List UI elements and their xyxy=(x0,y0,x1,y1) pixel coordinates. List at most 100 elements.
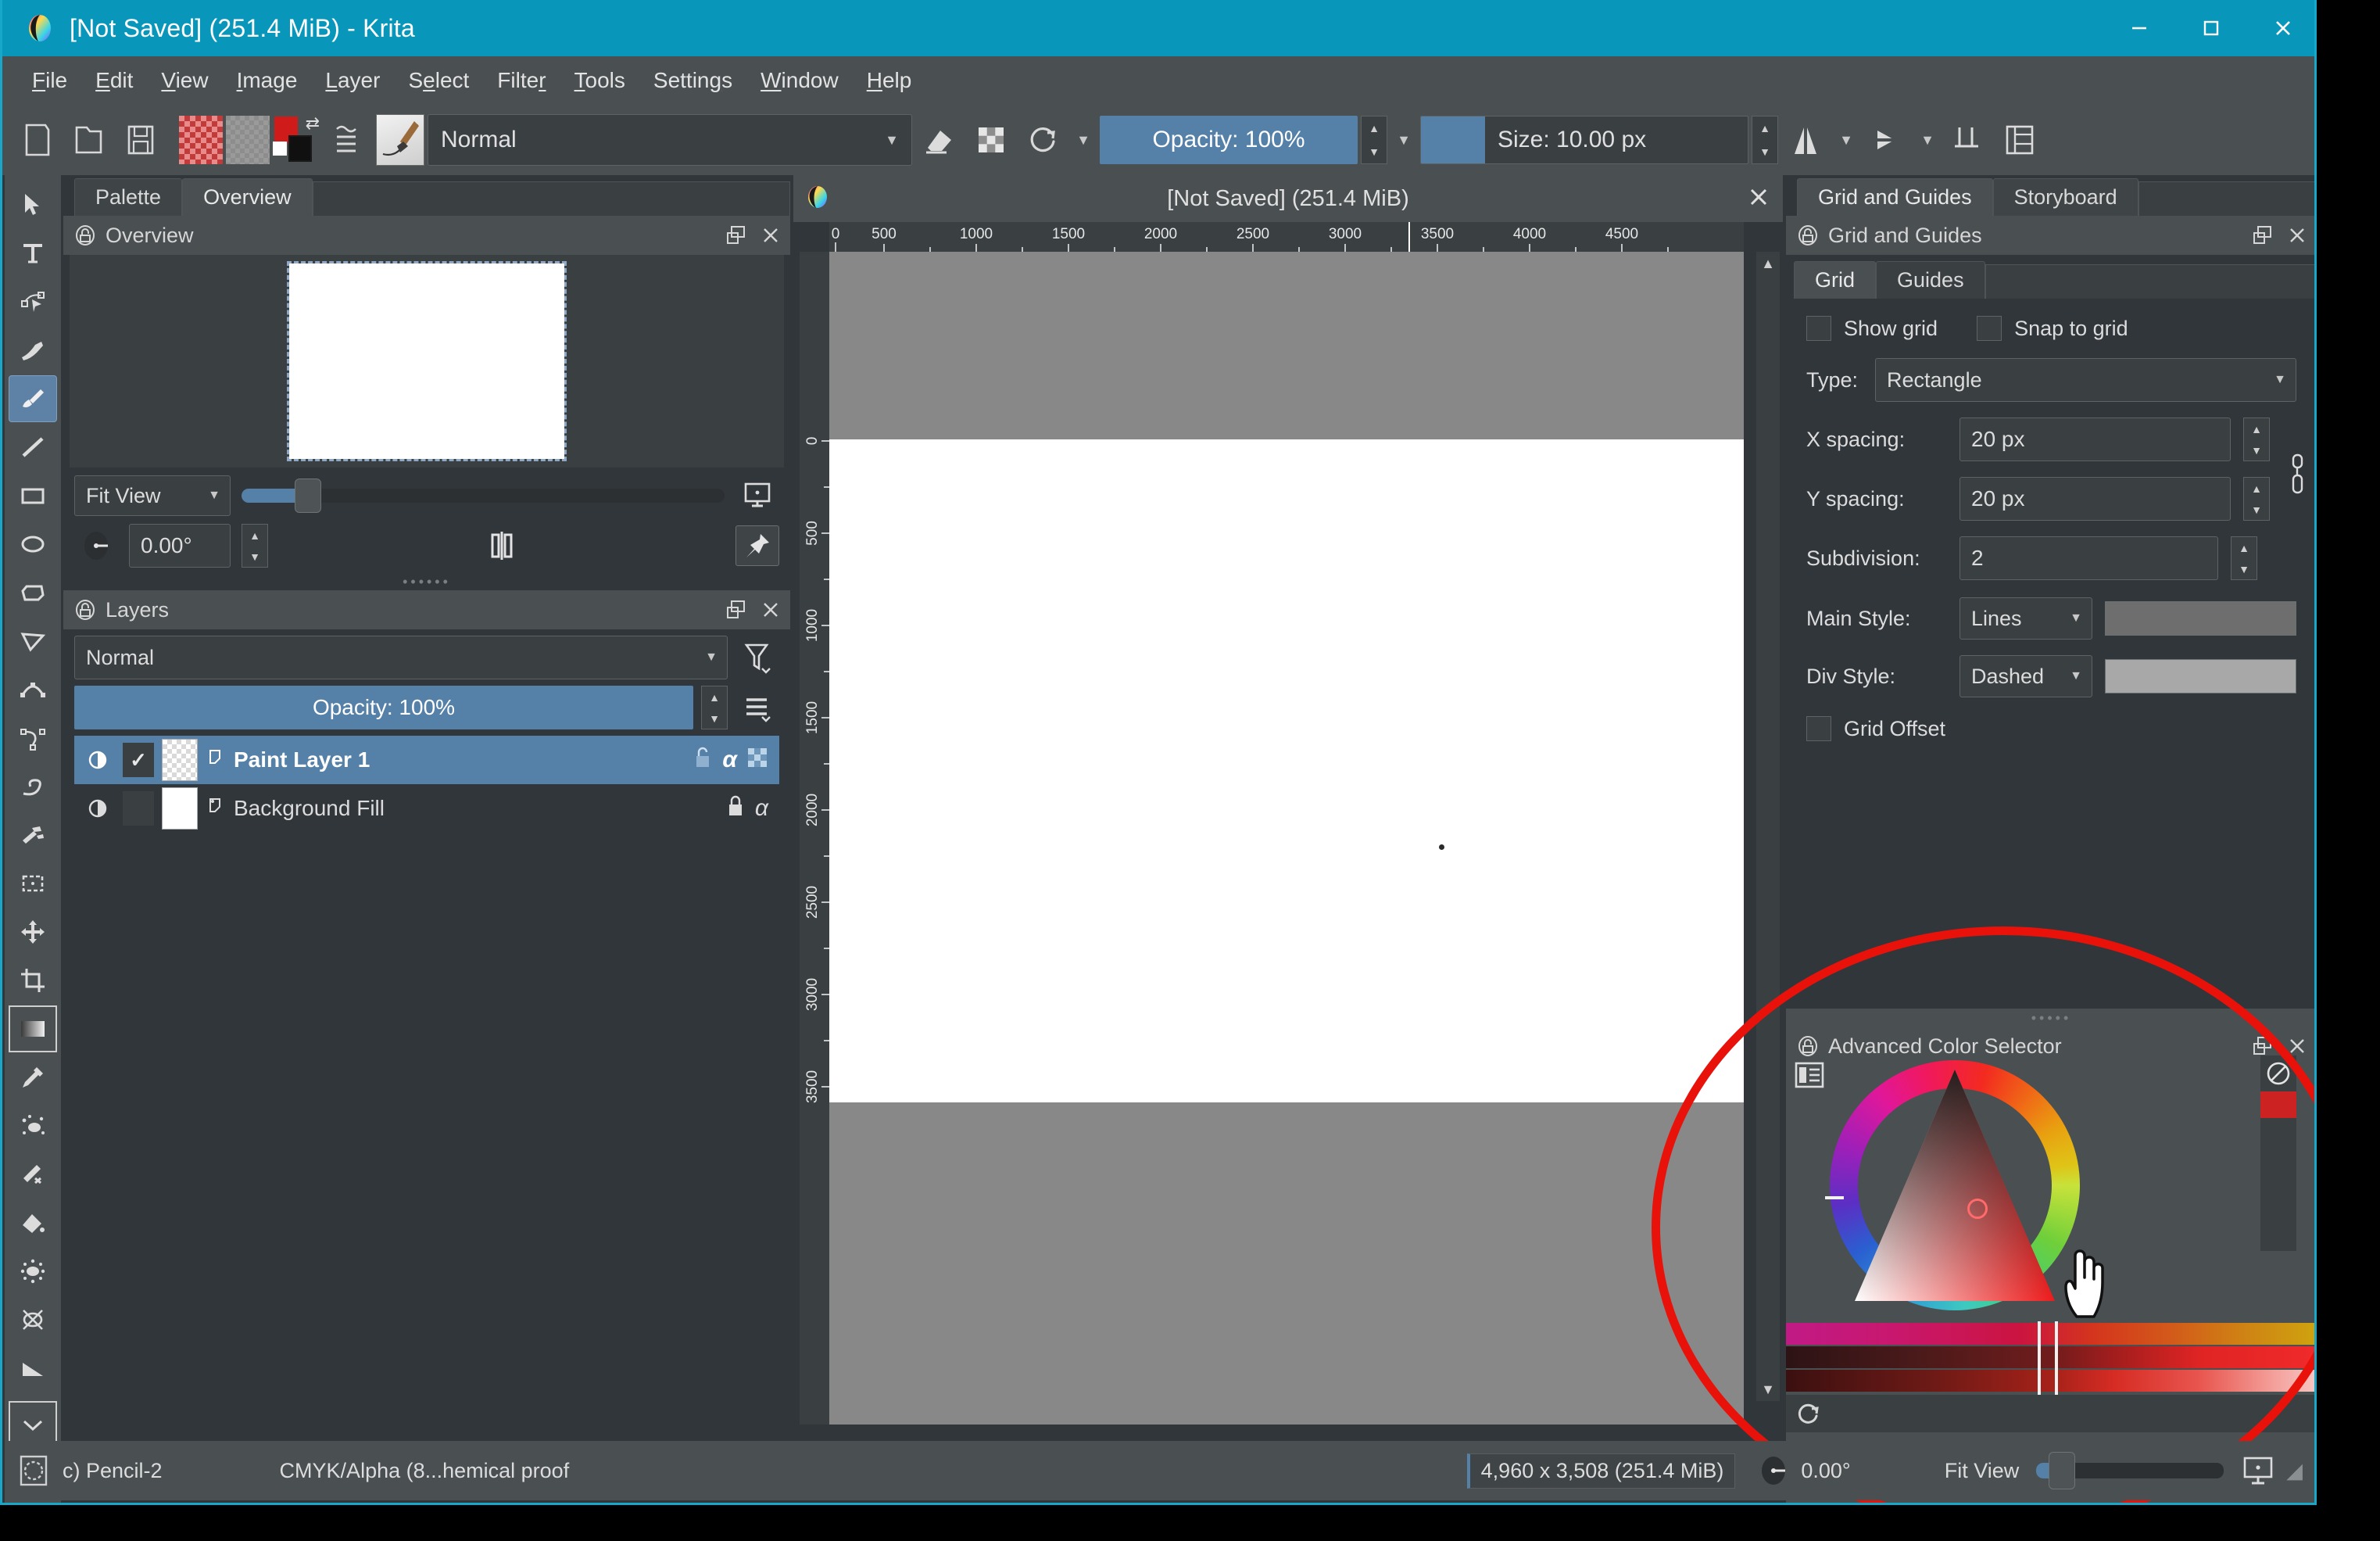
vertical-ruler[interactable]: 0 500 1000 1500 2000 2500 3000 3500 xyxy=(800,252,829,1425)
acs-splitter-handle[interactable]: ••••• xyxy=(1786,1009,2314,1028)
acs-history-bar[interactable] xyxy=(1786,1395,2314,1432)
reload-preset-icon[interactable] xyxy=(1018,113,1067,167)
snap-to-grid-checkbox[interactable] xyxy=(1977,316,2002,341)
grid-type-combo[interactable]: Rectangle ▼ xyxy=(1875,358,2296,402)
tab-storyboard[interactable]: Storyboard xyxy=(1992,178,2138,216)
brush-presets-list-icon[interactable] xyxy=(324,113,373,167)
acs-settings-icon[interactable] xyxy=(1794,1060,1825,1095)
opacity-slider[interactable]: Opacity: 100% xyxy=(1100,116,1358,164)
maximize-button[interactable] xyxy=(2175,0,2247,56)
main-style-color-swatch[interactable] xyxy=(2105,601,2296,636)
menu-image[interactable]: Image xyxy=(223,63,312,98)
fill-tool-icon[interactable] xyxy=(9,1199,57,1246)
mirror-canvas-icon[interactable] xyxy=(480,525,524,566)
float-docker-icon[interactable] xyxy=(726,600,746,620)
layer-visibility-icon[interactable] xyxy=(81,797,115,820)
subdivision-field[interactable]: 2 xyxy=(1959,536,2218,580)
open-document-icon[interactable] xyxy=(65,113,113,167)
reset-colors-icon[interactable] xyxy=(273,142,287,156)
grid-offset-checkbox[interactable] xyxy=(1806,716,1831,741)
close-docker-icon[interactable] xyxy=(761,225,781,245)
freehand-brush-tool-icon[interactable] xyxy=(9,375,57,422)
rectangle-tool-icon[interactable] xyxy=(9,472,57,519)
background-color[interactable] xyxy=(288,135,312,162)
show-grid-checkbox[interactable] xyxy=(1806,316,1831,341)
rotation-dial-icon[interactable] xyxy=(74,525,118,566)
close-button[interactable] xyxy=(2247,0,2314,56)
layer-blend-mode-combo[interactable]: Normal ▼ xyxy=(74,636,728,679)
lock-icon[interactable] xyxy=(74,599,96,621)
reset-zoom-icon[interactable] xyxy=(2241,1453,2275,1488)
pattern-preset-swatch[interactable] xyxy=(226,116,270,164)
color-shade-strip-1[interactable] xyxy=(1786,1323,2314,1345)
layer-alpha-inherit-icon[interactable] xyxy=(746,747,768,774)
polygon-tool-icon[interactable] xyxy=(9,569,57,616)
rotation-spinner[interactable]: ▲ ▼ xyxy=(242,524,268,568)
dynamic-brush-tool-icon[interactable] xyxy=(9,763,57,810)
menu-view[interactable]: View xyxy=(147,63,222,98)
close-docker-icon[interactable] xyxy=(2287,225,2307,245)
layer-opacity-spinner[interactable]: ▲ ▼ xyxy=(701,686,728,729)
wrap-around-mode-icon[interactable] xyxy=(1944,113,1992,167)
close-docker-icon[interactable] xyxy=(761,600,781,620)
subtab-guides[interactable]: Guides xyxy=(1876,261,1985,299)
overview-zoom-slider[interactable] xyxy=(242,478,725,513)
lock-icon[interactable] xyxy=(1797,1035,1819,1057)
brush-size-slider[interactable]: Size: 10.00 px xyxy=(1420,116,1748,164)
layer-alpha-icon[interactable]: α xyxy=(755,795,768,822)
magnetic-selection-tool-icon[interactable] xyxy=(9,1296,57,1343)
overview-zoom-knob[interactable] xyxy=(294,478,321,513)
canvas-vertical-scrollbar[interactable]: ▲ ▼ xyxy=(1756,252,1780,1401)
docker-splitter-handle[interactable]: •••••• xyxy=(63,568,790,590)
show-dockers-icon[interactable] xyxy=(1995,113,2044,167)
overview-thumbnail[interactable] xyxy=(70,255,784,468)
main-style-combo[interactable]: Lines ▼ xyxy=(1959,597,2092,640)
canvas-rotation-dial-icon[interactable] xyxy=(1755,1453,1791,1489)
save-document-icon[interactable] xyxy=(116,113,165,167)
recent-colors-strip[interactable] xyxy=(2260,1055,2296,1251)
color-sampler-tool-icon[interactable] xyxy=(9,1054,57,1101)
layer-locked-icon[interactable] xyxy=(725,795,746,822)
y-spacing-spinner[interactable]: ▲ ▼ xyxy=(2243,477,2270,521)
text-tool-icon[interactable] xyxy=(9,230,57,277)
brush-preset-preview[interactable] xyxy=(376,114,424,166)
tab-grid-and-guides[interactable]: Grid and Guides xyxy=(1797,178,1993,216)
menu-file[interactable]: File xyxy=(18,63,81,98)
smart-patch-tool-icon[interactable] xyxy=(9,1151,57,1198)
ellipse-tool-icon[interactable] xyxy=(9,521,57,568)
blending-mode-combo[interactable]: Normal ▼ xyxy=(428,114,912,166)
overview-zoom-combo[interactable]: Fit View ▼ xyxy=(74,475,231,516)
color-shade-strip-2[interactable] xyxy=(1786,1346,2314,1368)
reload-preset-chevron-icon[interactable]: ▼ xyxy=(1070,132,1097,149)
opacity-spinner[interactable]: ▲ ▼ xyxy=(1361,116,1387,164)
resize-grip-icon[interactable]: ◢ xyxy=(2286,1459,2303,1483)
preserve-alpha-icon[interactable] xyxy=(967,113,1015,167)
div-style-combo[interactable]: Dashed ▼ xyxy=(1959,655,2092,697)
x-spacing-spinner[interactable]: ▲ ▼ xyxy=(2243,418,2270,461)
layer-alpha-icon[interactable]: α xyxy=(722,747,737,773)
link-spacing-icon[interactable] xyxy=(2278,402,2314,499)
foreground-background-color-swatch[interactable]: ⇄ xyxy=(273,113,321,167)
no-color-icon[interactable] xyxy=(2260,1055,2296,1091)
float-docker-icon[interactable] xyxy=(2253,1036,2273,1056)
color-shade-strip-3[interactable] xyxy=(1786,1370,2314,1392)
canvas-viewport[interactable] xyxy=(829,252,1744,1425)
menu-select[interactable]: Select xyxy=(394,63,483,98)
calligraphy-tool-icon[interactable] xyxy=(9,327,57,374)
gradient-tool-icon[interactable] xyxy=(9,1005,57,1052)
vertical-mirror-icon[interactable] xyxy=(1863,113,1911,167)
measure-tool-icon[interactable] xyxy=(9,1345,57,1392)
enclose-and-fill-tool-icon[interactable] xyxy=(9,1248,57,1295)
transform-tool-icon[interactable] xyxy=(9,860,57,907)
selection-mask-icon[interactable] xyxy=(19,1454,48,1487)
tab-overview[interactable]: Overview xyxy=(182,178,313,216)
menu-layer[interactable]: Layer xyxy=(311,63,394,98)
layer-lock-checkbox[interactable] xyxy=(123,791,154,826)
layer-unlocked-icon[interactable] xyxy=(693,747,713,774)
new-document-icon[interactable] xyxy=(13,113,62,167)
menu-tools[interactable]: Tools xyxy=(560,63,639,98)
scroll-down-arrow-icon[interactable]: ▼ xyxy=(1756,1378,1780,1401)
div-style-color-swatch[interactable] xyxy=(2105,659,2296,693)
statusbar-zoom-slider[interactable] xyxy=(2036,1452,2224,1489)
brush-size-spinner[interactable]: ▲ ▼ xyxy=(1752,116,1778,164)
